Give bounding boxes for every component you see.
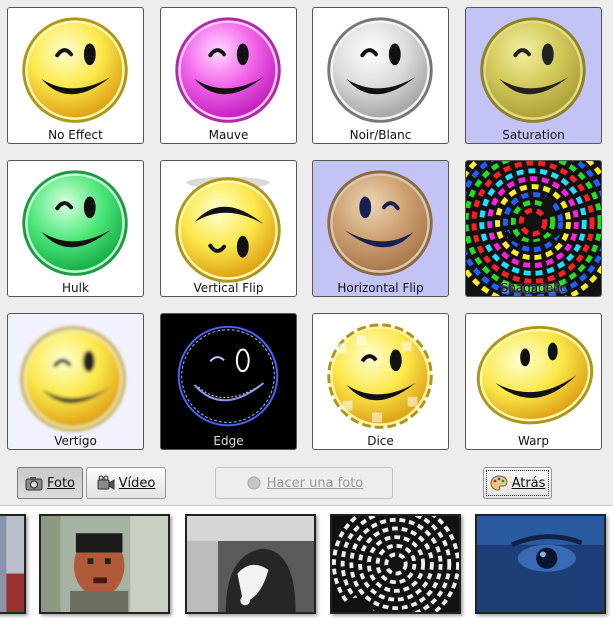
effect-horizontal-flip[interactable]: Horizontal Flip	[312, 160, 449, 297]
effect-edge[interactable]: Edge	[160, 313, 297, 450]
smiley-mauve-icon	[175, 17, 281, 123]
camera-icon	[25, 475, 43, 491]
smiley-edge-icon	[177, 325, 279, 427]
back-label: Atrás	[511, 475, 546, 491]
take-photo-label: Hacer una foto	[266, 475, 364, 491]
smiley-flipped-icon	[175, 176, 281, 283]
effect-noir-blanc[interactable]: Noir/Blanc	[312, 7, 449, 144]
psychedelic-spiral-icon	[466, 161, 601, 296]
effect-vertigo[interactable]: Vertigo	[7, 313, 144, 450]
video-camera-icon	[97, 475, 115, 491]
effect-label: Horizontal Flip	[337, 281, 424, 295]
foto-label: Foto	[46, 475, 76, 491]
smiley-green-icon	[22, 170, 128, 276]
effect-label: Dice	[367, 434, 394, 448]
effect-label: Saturation	[502, 128, 565, 142]
effect-hulk[interactable]: Hulk	[7, 160, 144, 297]
record-dot-icon	[245, 475, 263, 491]
effect-dice[interactable]: Dice	[312, 313, 449, 450]
smiley-warped-icon	[476, 325, 594, 425]
effect-label: Hulk	[62, 281, 89, 295]
back-button[interactable]: Atrás	[483, 467, 552, 499]
effect-mauve[interactable]: Mauve	[160, 7, 297, 144]
video-mode-button[interactable]: Vídeo	[86, 467, 166, 499]
palette-icon	[490, 475, 508, 491]
effect-label: Vertigo	[54, 434, 97, 448]
effect-shagadelic[interactable]: Shagadelic	[465, 160, 602, 297]
effect-no-effect[interactable]: No Effect	[7, 7, 144, 144]
photo-thumbnail-strip[interactable]	[0, 505, 613, 625]
foto-mode-button[interactable]: Foto	[17, 467, 83, 499]
photo-thumbnail[interactable]	[330, 514, 461, 614]
photo-thumbnail[interactable]	[39, 514, 170, 614]
smiley-olive-icon	[480, 17, 586, 123]
smiley-dice-icon	[327, 323, 433, 429]
effect-label: No Effect	[48, 128, 103, 142]
smiley-blurred-icon	[20, 326, 126, 432]
photo-thumbnail[interactable]	[475, 514, 606, 614]
effect-label: Edge	[213, 434, 244, 448]
effect-saturation[interactable]: Saturation	[465, 7, 602, 144]
effect-label: Noir/Blanc	[349, 128, 412, 142]
photo-thumbnail[interactable]	[0, 514, 26, 614]
take-photo-button[interactable]: Hacer una foto	[215, 467, 393, 499]
smiley-gray-icon	[327, 17, 433, 123]
photo-thumbnail[interactable]	[185, 514, 316, 614]
effect-label: Warp	[517, 434, 549, 448]
effect-label: Mauve	[208, 128, 249, 142]
video-label: Vídeo	[118, 475, 156, 491]
effect-vertical-flip[interactable]: Vertical Flip	[160, 160, 297, 297]
effect-label: Shagadelic	[500, 281, 567, 295]
smiley-brown-icon	[327, 170, 433, 276]
effect-label: Vertical Flip	[193, 281, 264, 295]
smiley-yellow-icon	[22, 17, 128, 123]
effect-warp[interactable]: Warp	[465, 313, 602, 450]
